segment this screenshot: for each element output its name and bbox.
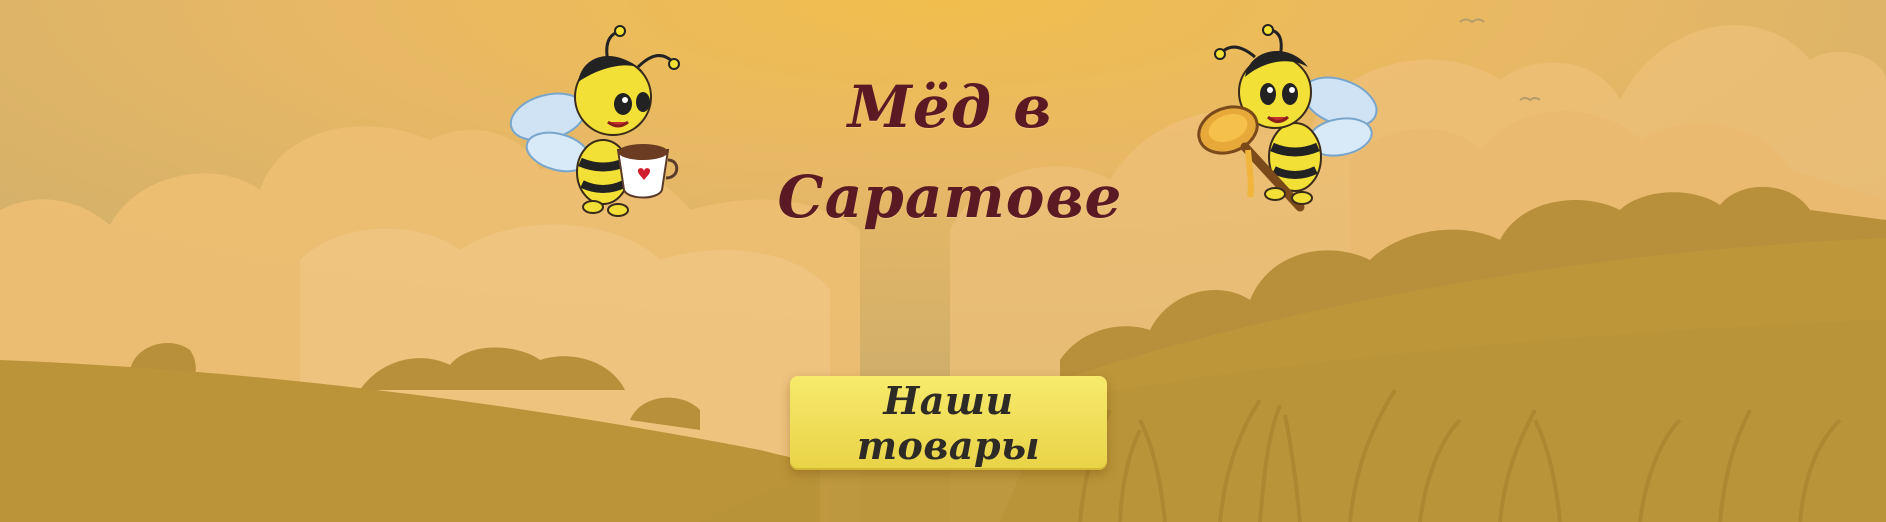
our-products-button[interactable]: Наши товары [790,376,1107,470]
bee-with-cup-icon [509,25,680,217]
our-products-button-label: Наши товары [856,378,1041,468]
hero-banner: Мёд в Саратове Наши товары [0,0,1886,522]
bee-with-honey-spoon-icon [1197,24,1378,212]
site-title: Мёд в Саратове [777,73,1123,231]
